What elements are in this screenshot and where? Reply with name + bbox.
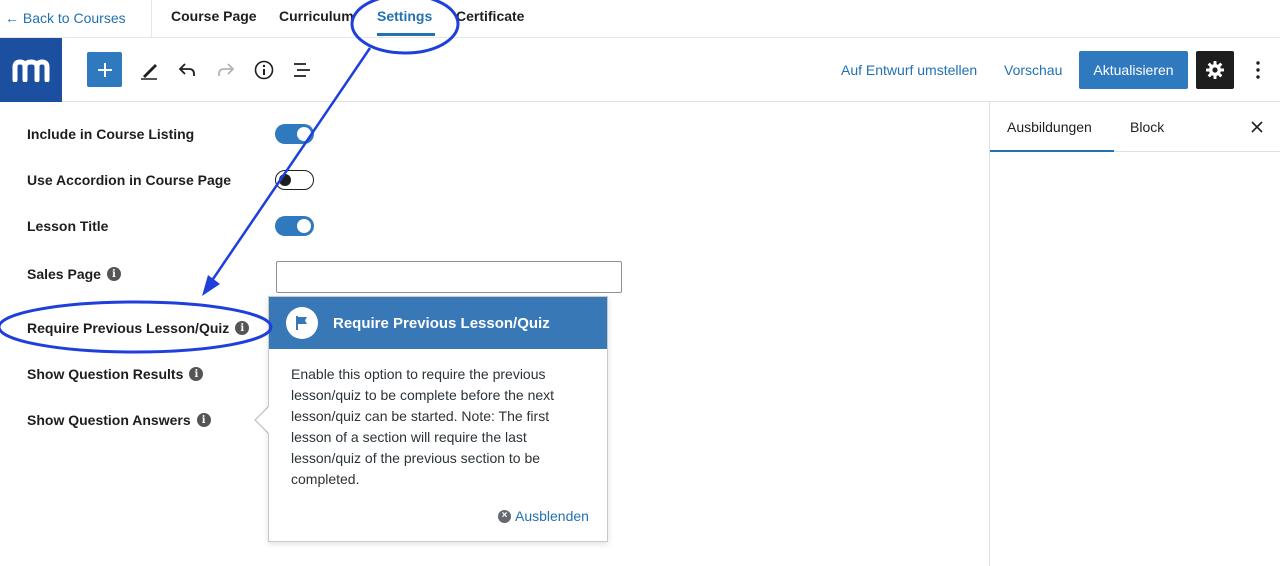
tab-course-page[interactable]: Course Page (171, 8, 257, 24)
require-previous-text: Require Previous Lesson/Quiz (27, 320, 230, 336)
redo-button[interactable] (208, 52, 244, 88)
lesson-title-toggle[interactable] (275, 216, 314, 236)
tab-certificate[interactable]: Certificate (456, 8, 524, 24)
undo-icon (178, 63, 195, 76)
add-block-button[interactable] (87, 52, 122, 87)
include-in-listing-label: Include in Course Listing (27, 126, 194, 142)
close-sidebar-button[interactable] (1247, 117, 1267, 137)
active-tab-indicator (377, 33, 435, 36)
sales-page-text: Sales Page (27, 266, 101, 282)
tab-settings[interactable]: Settings (377, 8, 432, 24)
update-button[interactable]: Aktualisieren (1079, 51, 1188, 89)
require-previous-label: Require Previous Lesson/Quiz i (27, 320, 250, 336)
popover-title: Require Previous Lesson/Quiz (333, 315, 550, 332)
preview-link[interactable]: Vorschau (1004, 62, 1062, 78)
sidebar-tabs: Ausbildungen Block (990, 102, 1280, 152)
use-accordion-toggle[interactable] (275, 170, 314, 190)
close-circle-icon: × (498, 509, 511, 523)
include-in-listing-toggle[interactable] (275, 124, 314, 144)
toggle-knob (297, 127, 311, 141)
flag-icon (286, 307, 318, 339)
popover-arrow-inner (256, 407, 269, 433)
dismiss-popover-button[interactable]: × Ausblenden (498, 508, 589, 524)
popover-header: Require Previous Lesson/Quiz (269, 297, 607, 349)
more-options-button[interactable] (1246, 52, 1270, 88)
logo-m-icon[interactable] (0, 38, 62, 102)
dismiss-label: Ausblenden (515, 508, 589, 524)
tools-button[interactable] (131, 52, 167, 88)
switch-to-draft-link[interactable]: Auf Entwurf umstellen (841, 62, 977, 78)
include-in-listing-text: Include in Course Listing (27, 126, 195, 142)
toggle-knob (297, 219, 311, 233)
show-answers-text: Show Question Answers (27, 412, 191, 428)
pencil-icon (141, 64, 157, 80)
toggle-knob (279, 173, 291, 186)
popover-body: Enable this option to require the previo… (291, 366, 555, 487)
sales-page-input[interactable] (276, 261, 622, 293)
back-to-courses-link[interactable]: ← Back to Courses (5, 10, 126, 26)
course-tabs-bar: ← Back to Courses Course Page Curriculum… (0, 0, 1280, 38)
info-icon[interactable]: i (106, 267, 121, 281)
redo-icon (218, 63, 235, 76)
gear-icon (1206, 61, 1224, 79)
annotation-arrow-head (202, 275, 220, 296)
sales-page-label: Sales Page i (27, 266, 121, 282)
editor-toolbar: Auf Entwurf umstellen Vorschau Aktualisi… (0, 38, 1280, 102)
show-results-text: Show Question Results (27, 366, 184, 382)
details-button[interactable] (246, 52, 282, 88)
show-answers-label: Show Question Answers i (27, 412, 211, 428)
list-view-button[interactable] (284, 52, 320, 88)
sidebar-tab-ausbildungen[interactable]: Ausbildungen (1007, 119, 1092, 135)
settings-sidebar: Ausbildungen Block (989, 102, 1280, 566)
help-popover: Require Previous Lesson/Quiz Enable this… (268, 296, 608, 542)
sidebar-active-tab-indicator (990, 150, 1114, 152)
use-accordion-label: Use Accordion in Course Page (27, 172, 231, 188)
sidebar-tab-block[interactable]: Block (1130, 119, 1164, 135)
lesson-title-text: Lesson Title (27, 218, 109, 234)
tabs-divider (151, 0, 152, 37)
lesson-title-label: Lesson Title (27, 218, 108, 234)
settings-toggle-button[interactable] (1196, 51, 1234, 89)
info-icon (254, 60, 274, 80)
undo-button[interactable] (169, 52, 205, 88)
info-icon[interactable]: i (235, 321, 250, 335)
more-vertical-icon (1256, 61, 1260, 79)
info-icon[interactable]: i (189, 367, 204, 381)
show-results-label: Show Question Results i (27, 366, 204, 382)
list-view-icon (294, 63, 310, 77)
close-icon (1251, 121, 1263, 133)
info-icon[interactable]: i (196, 413, 211, 427)
plus-icon (97, 62, 112, 77)
use-accordion-text: Use Accordion in Course Page (27, 172, 232, 188)
tab-curriculum[interactable]: Curriculum (279, 8, 354, 24)
